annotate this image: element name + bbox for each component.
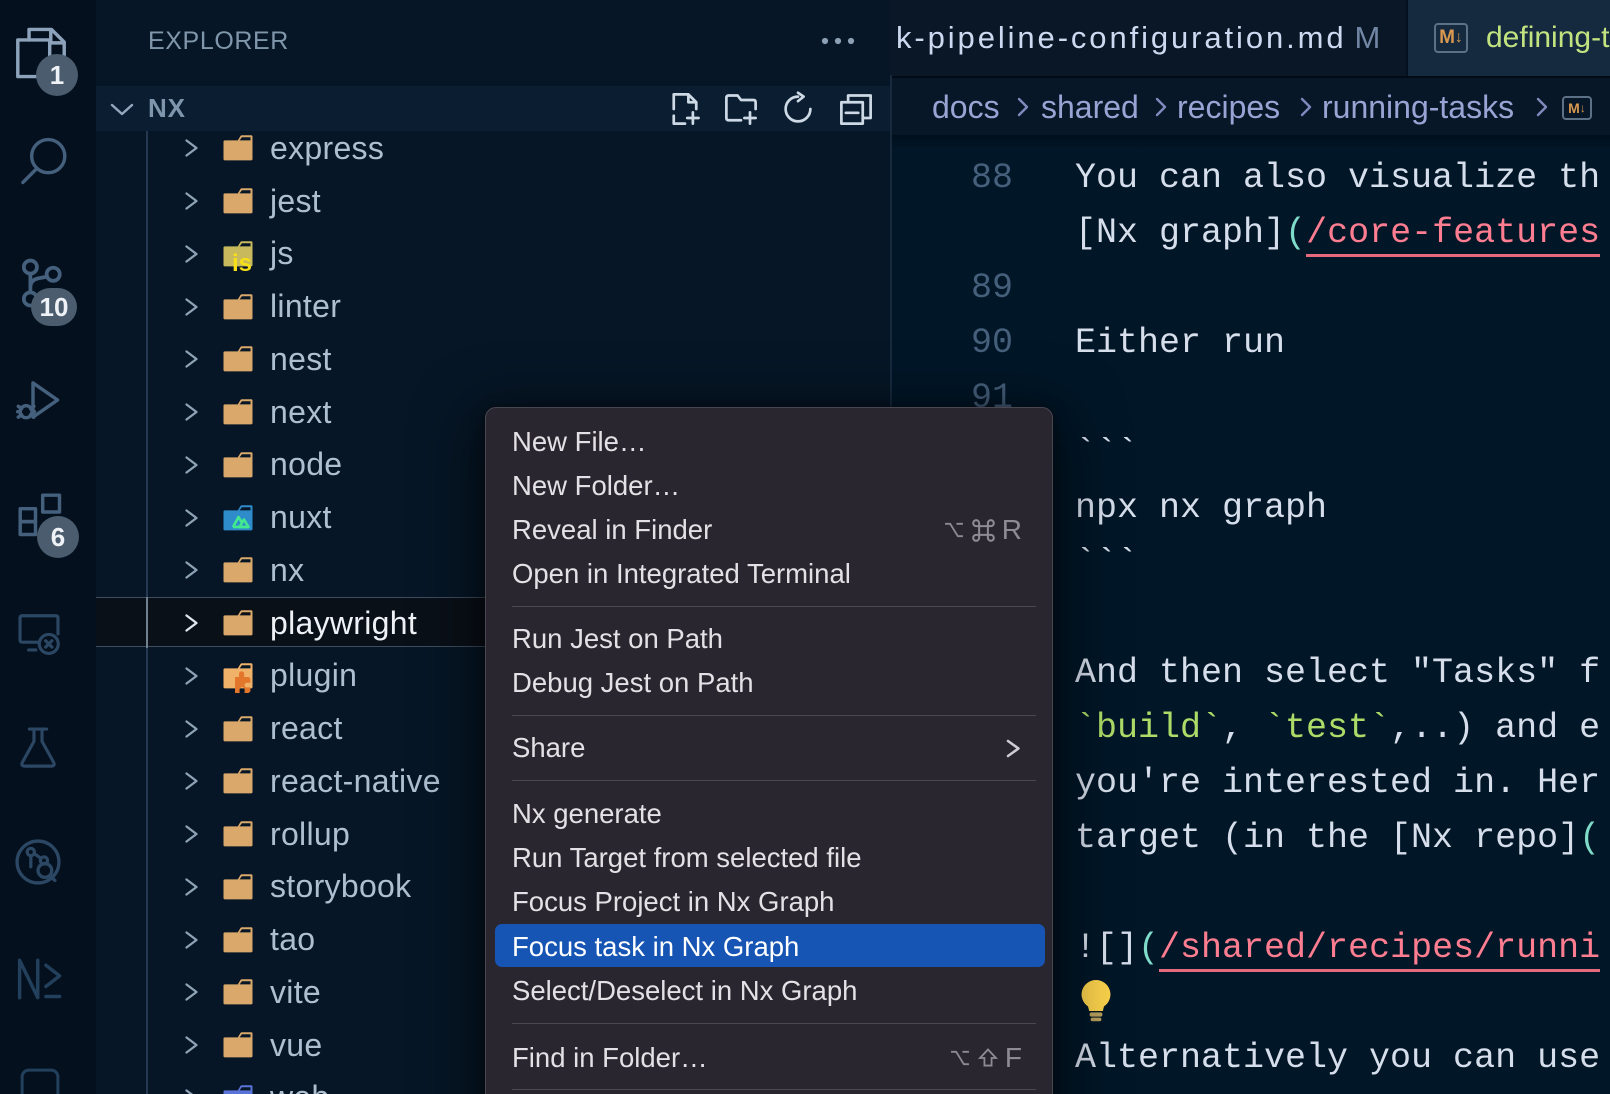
svg-text:js: js	[231, 250, 252, 271]
